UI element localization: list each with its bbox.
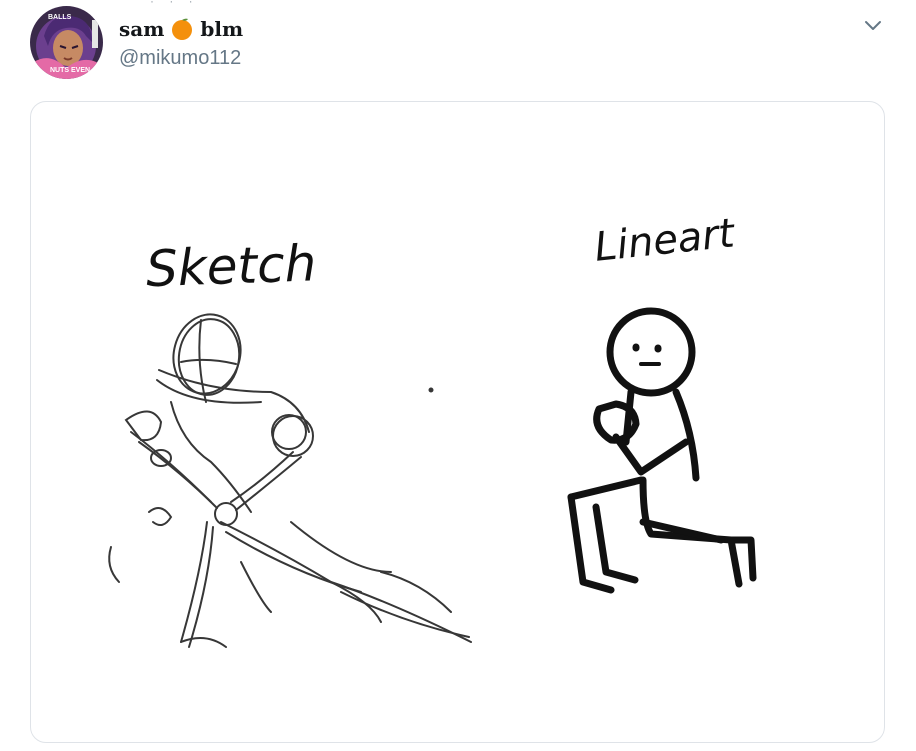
avatar[interactable]: BALLS NUTS EVEN: [30, 6, 103, 79]
sketch-label: Sketch: [145, 234, 317, 298]
display-name-part2: blm: [200, 17, 244, 41]
previous-tweet-fragment: · · ·: [150, 0, 199, 8]
drawing-image: Sketch Lineart: [108, 210, 757, 648]
display-name[interactable]: sam blm: [119, 17, 243, 41]
lineart-figure: [567, 307, 757, 594]
display-name-part1: sam: [119, 17, 165, 41]
chevron-down-icon[interactable]: [861, 13, 885, 37]
avatar-bottom-text: NUTS EVEN: [50, 67, 90, 74]
user-handle[interactable]: @mikumo112: [119, 47, 241, 70]
lineart-label: Lineart: [592, 210, 737, 271]
avatar-top-text: BALLS: [48, 14, 72, 21]
orange-emoji-icon: [170, 17, 194, 41]
tweet-media[interactable]: Sketch Lineart: [30, 101, 885, 743]
sketch-figure: [108, 313, 472, 648]
